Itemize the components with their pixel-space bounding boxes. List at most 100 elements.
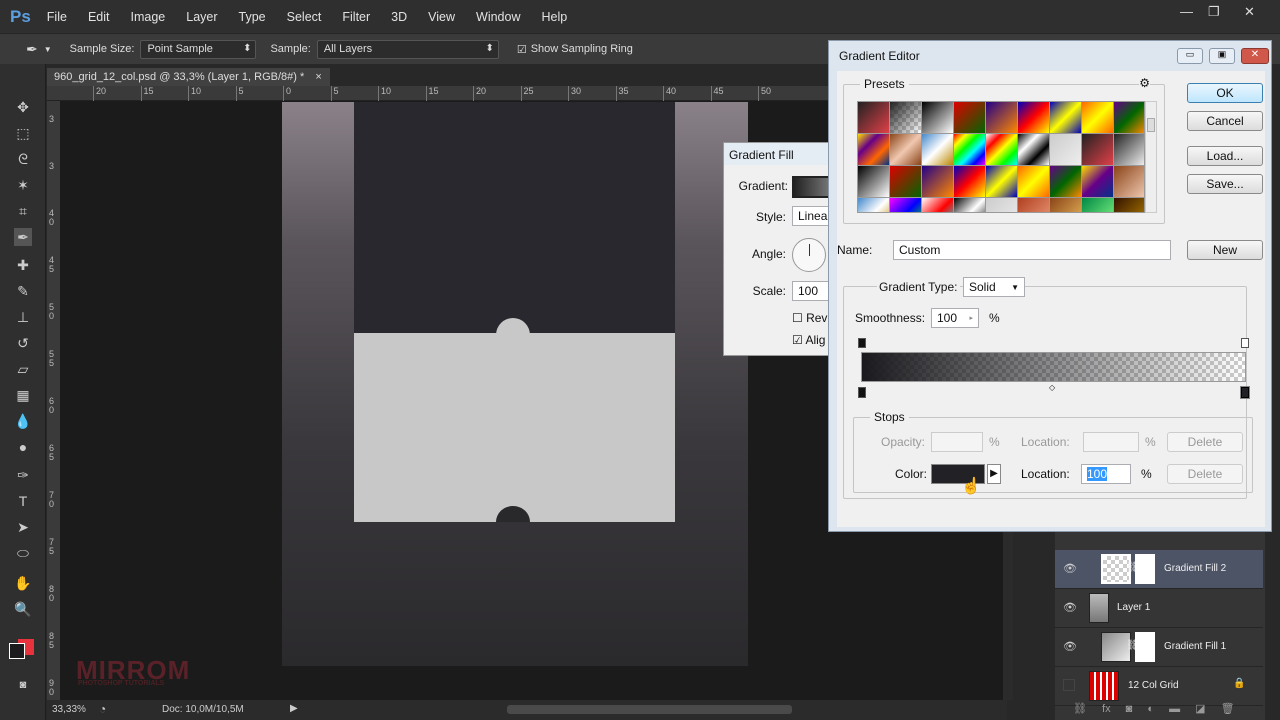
presets-grid[interactable] bbox=[857, 101, 1145, 213]
healing-tool-icon[interactable]: ✚ bbox=[14, 256, 32, 274]
status-info-icon[interactable]: ◔ bbox=[99, 702, 106, 716]
menu-type[interactable]: Type bbox=[239, 10, 266, 24]
gradient-preview[interactable] bbox=[792, 176, 832, 198]
gradient-preset[interactable] bbox=[1114, 134, 1144, 165]
smoothness-input[interactable]: 100 ▸ bbox=[931, 308, 979, 328]
move-tool-icon[interactable]: ✥ bbox=[14, 98, 32, 116]
gradient-preset[interactable] bbox=[890, 166, 921, 197]
gradient-bar[interactable] bbox=[861, 352, 1246, 382]
angle-dial[interactable] bbox=[792, 238, 826, 272]
name-input[interactable]: Custom bbox=[893, 240, 1171, 260]
presets-scrollbar[interactable] bbox=[1145, 101, 1157, 213]
gradient-preset[interactable] bbox=[986, 166, 1017, 197]
blur-tool-icon[interactable]: 💧 bbox=[14, 412, 32, 430]
dodge-tool-icon[interactable]: ● bbox=[14, 438, 32, 456]
gear-icon[interactable]: ⚙ bbox=[1139, 76, 1150, 90]
gradient-preset[interactable] bbox=[922, 166, 953, 197]
gradient-preset[interactable] bbox=[1018, 198, 1049, 212]
gradient-preset[interactable] bbox=[858, 166, 889, 197]
eyedropper-tool-icon[interactable]: ✒ bbox=[14, 228, 32, 246]
opacity-stop-left[interactable] bbox=[858, 338, 866, 348]
color-stop-right[interactable] bbox=[1240, 386, 1250, 399]
gradient-preset[interactable] bbox=[986, 198, 1017, 212]
gradient-preset[interactable] bbox=[1114, 166, 1144, 197]
magic-wand-icon[interactable]: ✶ bbox=[14, 176, 32, 194]
gradient-preset[interactable] bbox=[1018, 166, 1049, 197]
foreground-color-swatch[interactable] bbox=[9, 643, 25, 659]
ok-button[interactable]: OK bbox=[1187, 83, 1263, 103]
menu-view[interactable]: View bbox=[428, 10, 455, 24]
gradient-preset[interactable] bbox=[986, 134, 1017, 165]
adjustment-layer-icon[interactable]: ◐ bbox=[1147, 703, 1154, 715]
menu-file[interactable]: File bbox=[47, 10, 67, 24]
new-layer-icon[interactable]: ◪ bbox=[1195, 703, 1205, 715]
menu-edit[interactable]: Edit bbox=[88, 10, 110, 24]
gradient-preset[interactable] bbox=[922, 198, 953, 212]
status-menu-arrow-icon[interactable]: ▶ bbox=[290, 703, 298, 714]
minimize-icon[interactable]: ▭ bbox=[1177, 48, 1203, 64]
color-menu-arrow-icon[interactable]: ▶ bbox=[987, 464, 1001, 484]
gradient-type-select[interactable]: Solid ▼ bbox=[963, 277, 1025, 297]
gradient-preset[interactable] bbox=[986, 102, 1017, 133]
gradient-preset[interactable] bbox=[890, 102, 921, 133]
close-icon[interactable]: ✕ bbox=[1241, 48, 1269, 64]
zoom-tool-icon[interactable]: 🔍 bbox=[14, 600, 32, 618]
align-checkbox[interactable]: ☑ Alig bbox=[792, 333, 825, 347]
gradient-preset[interactable] bbox=[1050, 102, 1081, 133]
gradient-preset[interactable] bbox=[954, 102, 985, 133]
gradient-preset[interactable] bbox=[1082, 134, 1113, 165]
gradient-preset[interactable] bbox=[922, 134, 953, 165]
layer-row[interactable]: 👁 ⛓ Gradient Fill 2 bbox=[1055, 550, 1263, 589]
gradient-preset[interactable] bbox=[1082, 166, 1113, 197]
brush-tool-icon[interactable]: ✎ bbox=[14, 282, 32, 300]
show-ring-checkbox[interactable]: ☑ bbox=[517, 43, 527, 56]
eye-icon[interactable]: 👁 bbox=[1063, 601, 1077, 614]
stamp-tool-icon[interactable]: ⊥ bbox=[14, 308, 32, 326]
hand-tool-icon[interactable]: ✋ bbox=[14, 574, 32, 592]
quick-mask-icon[interactable]: ◙ bbox=[14, 676, 32, 694]
trash-icon[interactable]: 🗑 bbox=[1221, 703, 1235, 715]
menu-3d[interactable]: 3D bbox=[391, 10, 407, 24]
eraser-tool-icon[interactable]: ▱ bbox=[14, 360, 32, 378]
menu-filter[interactable]: Filter bbox=[342, 10, 370, 24]
maximize-icon[interactable]: ▣ bbox=[1209, 48, 1235, 64]
layer-row[interactable]: 👁 Layer 1 bbox=[1055, 589, 1263, 628]
add-mask-icon[interactable]: ◙ bbox=[1126, 703, 1133, 715]
gradient-preset[interactable] bbox=[1018, 134, 1049, 165]
maximize-icon[interactable]: ❐ bbox=[1208, 4, 1220, 20]
gradient-preset[interactable] bbox=[858, 102, 889, 133]
gradient-preset[interactable] bbox=[1050, 134, 1081, 165]
gradient-preset[interactable] bbox=[954, 166, 985, 197]
menu-help[interactable]: Help bbox=[542, 10, 568, 24]
close-icon[interactable]: ✕ bbox=[1244, 4, 1255, 20]
gradient-preset[interactable] bbox=[1050, 166, 1081, 197]
ellipse-tool-icon[interactable]: ⬭ bbox=[14, 544, 32, 562]
fx-icon[interactable]: fx bbox=[1102, 703, 1111, 715]
horizontal-scrollbar[interactable] bbox=[507, 705, 792, 714]
tab-close-icon[interactable]: × bbox=[315, 71, 321, 83]
sample-select[interactable]: All Layers bbox=[316, 39, 499, 59]
sample-size-select[interactable]: Point Sample bbox=[140, 39, 257, 59]
type-tool-icon[interactable]: T bbox=[14, 492, 32, 510]
marquee-tool-icon[interactable]: ⬚ bbox=[14, 124, 32, 142]
gradient-preset[interactable] bbox=[1082, 198, 1113, 212]
lasso-tool-icon[interactable]: ᘓ bbox=[14, 150, 32, 168]
gradient-tool-icon[interactable]: ▦ bbox=[14, 386, 32, 404]
load-button[interactable]: Load... bbox=[1187, 146, 1263, 166]
link-layers-icon[interactable]: ⛓ bbox=[1073, 703, 1087, 715]
minimize-icon[interactable]: — bbox=[1180, 4, 1193, 19]
new-button[interactable]: New bbox=[1187, 240, 1263, 260]
gradient-preset[interactable] bbox=[954, 198, 985, 212]
visibility-toggle[interactable] bbox=[1063, 679, 1075, 691]
menu-window[interactable]: Window bbox=[476, 10, 520, 24]
menu-layer[interactable]: Layer bbox=[186, 10, 217, 24]
menu-select[interactable]: Select bbox=[287, 10, 322, 24]
save-button[interactable]: Save... bbox=[1187, 174, 1263, 194]
gradient-preset[interactable] bbox=[1114, 198, 1144, 212]
path-selection-icon[interactable]: ➤ bbox=[14, 518, 32, 536]
gradient-preset[interactable] bbox=[1082, 102, 1113, 133]
eyedropper-icon[interactable]: ✒ bbox=[26, 41, 38, 58]
reverse-checkbox[interactable]: ☐ Rev bbox=[792, 311, 827, 325]
gradient-preset[interactable] bbox=[954, 134, 985, 165]
menu-image[interactable]: Image bbox=[131, 10, 166, 24]
